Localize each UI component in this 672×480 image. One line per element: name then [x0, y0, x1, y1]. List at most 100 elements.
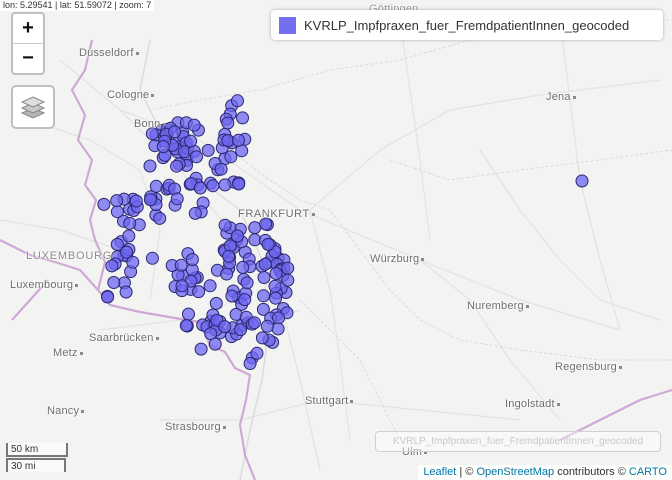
map-marker[interactable]	[143, 159, 157, 173]
map-marker[interactable]	[126, 255, 140, 269]
map-marker[interactable]	[209, 296, 223, 310]
map-marker[interactable]	[218, 320, 232, 334]
layers-control-button[interactable]	[11, 85, 55, 129]
map-marker[interactable]	[101, 290, 115, 304]
map-marker[interactable]	[243, 357, 257, 370]
map-marker[interactable]	[190, 150, 203, 164]
map-marker[interactable]	[192, 285, 206, 299]
map-marker[interactable]	[208, 337, 222, 351]
map-marker[interactable]	[222, 249, 236, 263]
map-marker[interactable]	[236, 111, 249, 125]
map-marker[interactable]	[168, 125, 182, 139]
map-marker[interactable]	[221, 134, 235, 147]
place-label-jena: Jena	[546, 91, 576, 103]
map-marker[interactable]	[203, 279, 217, 293]
layer-name-box: KVRLP_Impfpraxen_fuer_FremdpatientInnen_…	[375, 431, 661, 452]
place-label-bonn: Bonn	[134, 118, 166, 130]
map-marker[interactable]	[232, 133, 245, 147]
place-label-nuremberg: Nuremberg	[467, 300, 529, 312]
attribution-sep: | ©	[456, 466, 477, 478]
map-marker[interactable]	[225, 289, 239, 303]
place-label-luxembourg-country: LUXEMBOURG	[26, 250, 113, 262]
map-marker[interactable]	[234, 323, 248, 337]
place-label-luxembourg-city: Luxembourg	[10, 279, 79, 291]
map-marker[interactable]	[231, 94, 244, 108]
map-marker[interactable]	[107, 276, 121, 289]
map-marker[interactable]	[236, 260, 250, 274]
map-marker[interactable]	[119, 285, 133, 299]
carto-link[interactable]: CARTO	[629, 466, 667, 478]
map-marker[interactable]	[97, 197, 111, 211]
map-marker[interactable]	[250, 346, 264, 360]
place-label-saarbrucken: Saarbrücken	[89, 332, 159, 344]
map-marker[interactable]	[187, 118, 201, 132]
map-marker[interactable]	[170, 159, 184, 173]
map-marker[interactable]	[182, 307, 195, 321]
map-marker[interactable]	[257, 289, 270, 303]
map-marker[interactable]	[143, 193, 157, 207]
map-marker[interactable]	[257, 271, 271, 284]
map-marker[interactable]	[122, 229, 136, 243]
coordinate-readout: lon: 5.29541 | lat: 51.59072 | zoom: 7	[0, 0, 155, 11]
map-marker[interactable]	[281, 273, 295, 287]
map-marker[interactable]	[206, 179, 220, 193]
map-marker[interactable]	[218, 218, 232, 232]
osm-link[interactable]: OpenStreetMap	[476, 466, 554, 478]
legend-swatch	[279, 16, 296, 34]
map-marker[interactable]	[179, 319, 193, 332]
map-marker[interactable]	[156, 140, 170, 154]
map-marker[interactable]	[223, 239, 237, 253]
leaflet-link[interactable]: Leaflet	[423, 466, 456, 478]
map-marker[interactable]	[185, 253, 199, 266]
map-marker[interactable]	[224, 150, 238, 164]
place-label-regensburg: Regensburg	[555, 361, 622, 373]
legend: KVRLP_Impfpraxen_fuer_FremdpatientInnen_…	[271, 10, 663, 40]
legend-label: KVRLP_Impfpraxen_fuer_FremdpatientInnen_…	[304, 17, 630, 33]
place-label-cologne: Cologne	[107, 89, 155, 101]
map-marker[interactable]	[268, 279, 282, 293]
map-marker[interactable]	[261, 237, 275, 251]
map-marker[interactable]	[194, 342, 208, 356]
map-marker[interactable]	[214, 162, 228, 176]
map-marker[interactable]	[248, 221, 262, 235]
place-label-strasbourg: Strasbourg	[165, 421, 226, 433]
map-marker[interactable]	[175, 279, 189, 293]
map-marker[interactable]	[193, 181, 207, 195]
map-marker[interactable]	[260, 319, 274, 333]
map-marker[interactable]	[201, 143, 215, 157]
map-marker[interactable]	[174, 258, 188, 272]
map-marker[interactable]	[123, 216, 137, 230]
map-marker[interactable]	[218, 178, 232, 192]
map-marker[interactable]	[110, 194, 124, 208]
marker-layer	[97, 94, 589, 370]
map-marker[interactable]	[269, 267, 283, 280]
map-marker[interactable]	[184, 134, 198, 148]
map-marker[interactable]	[281, 261, 295, 275]
zoom-out-button[interactable]: −	[13, 43, 43, 73]
map-marker[interactable]	[575, 174, 589, 188]
map-marker[interactable]	[188, 206, 202, 220]
map-marker[interactable]	[220, 267, 234, 281]
map-marker[interactable]	[129, 194, 143, 208]
map-canvas[interactable]: Göttingen Dusseldorf Cologne Bonn Jena F…	[0, 0, 672, 480]
map-marker[interactable]	[258, 257, 272, 271]
zoom-in-button[interactable]: +	[13, 14, 43, 43]
map-marker[interactable]	[271, 322, 285, 336]
map-marker[interactable]	[255, 331, 269, 345]
map-marker[interactable]	[238, 293, 252, 307]
map-marker[interactable]	[110, 205, 124, 219]
map-marker[interactable]	[221, 116, 235, 130]
map-marker[interactable]	[247, 316, 261, 330]
layers-icon	[20, 96, 46, 119]
place-label-dusseldorf: Dusseldorf	[79, 47, 139, 59]
map-marker[interactable]	[240, 276, 254, 290]
scale-mi: 30 mi	[6, 458, 66, 472]
map-marker[interactable]	[170, 192, 184, 206]
map-marker[interactable]	[145, 251, 159, 265]
map-marker[interactable]	[153, 211, 167, 225]
map-marker[interactable]	[272, 311, 285, 325]
map-marker[interactable]	[232, 177, 246, 191]
zoom-control: + −	[11, 12, 45, 75]
place-label-metz: Metz	[53, 347, 83, 359]
map-marker[interactable]	[269, 291, 283, 305]
